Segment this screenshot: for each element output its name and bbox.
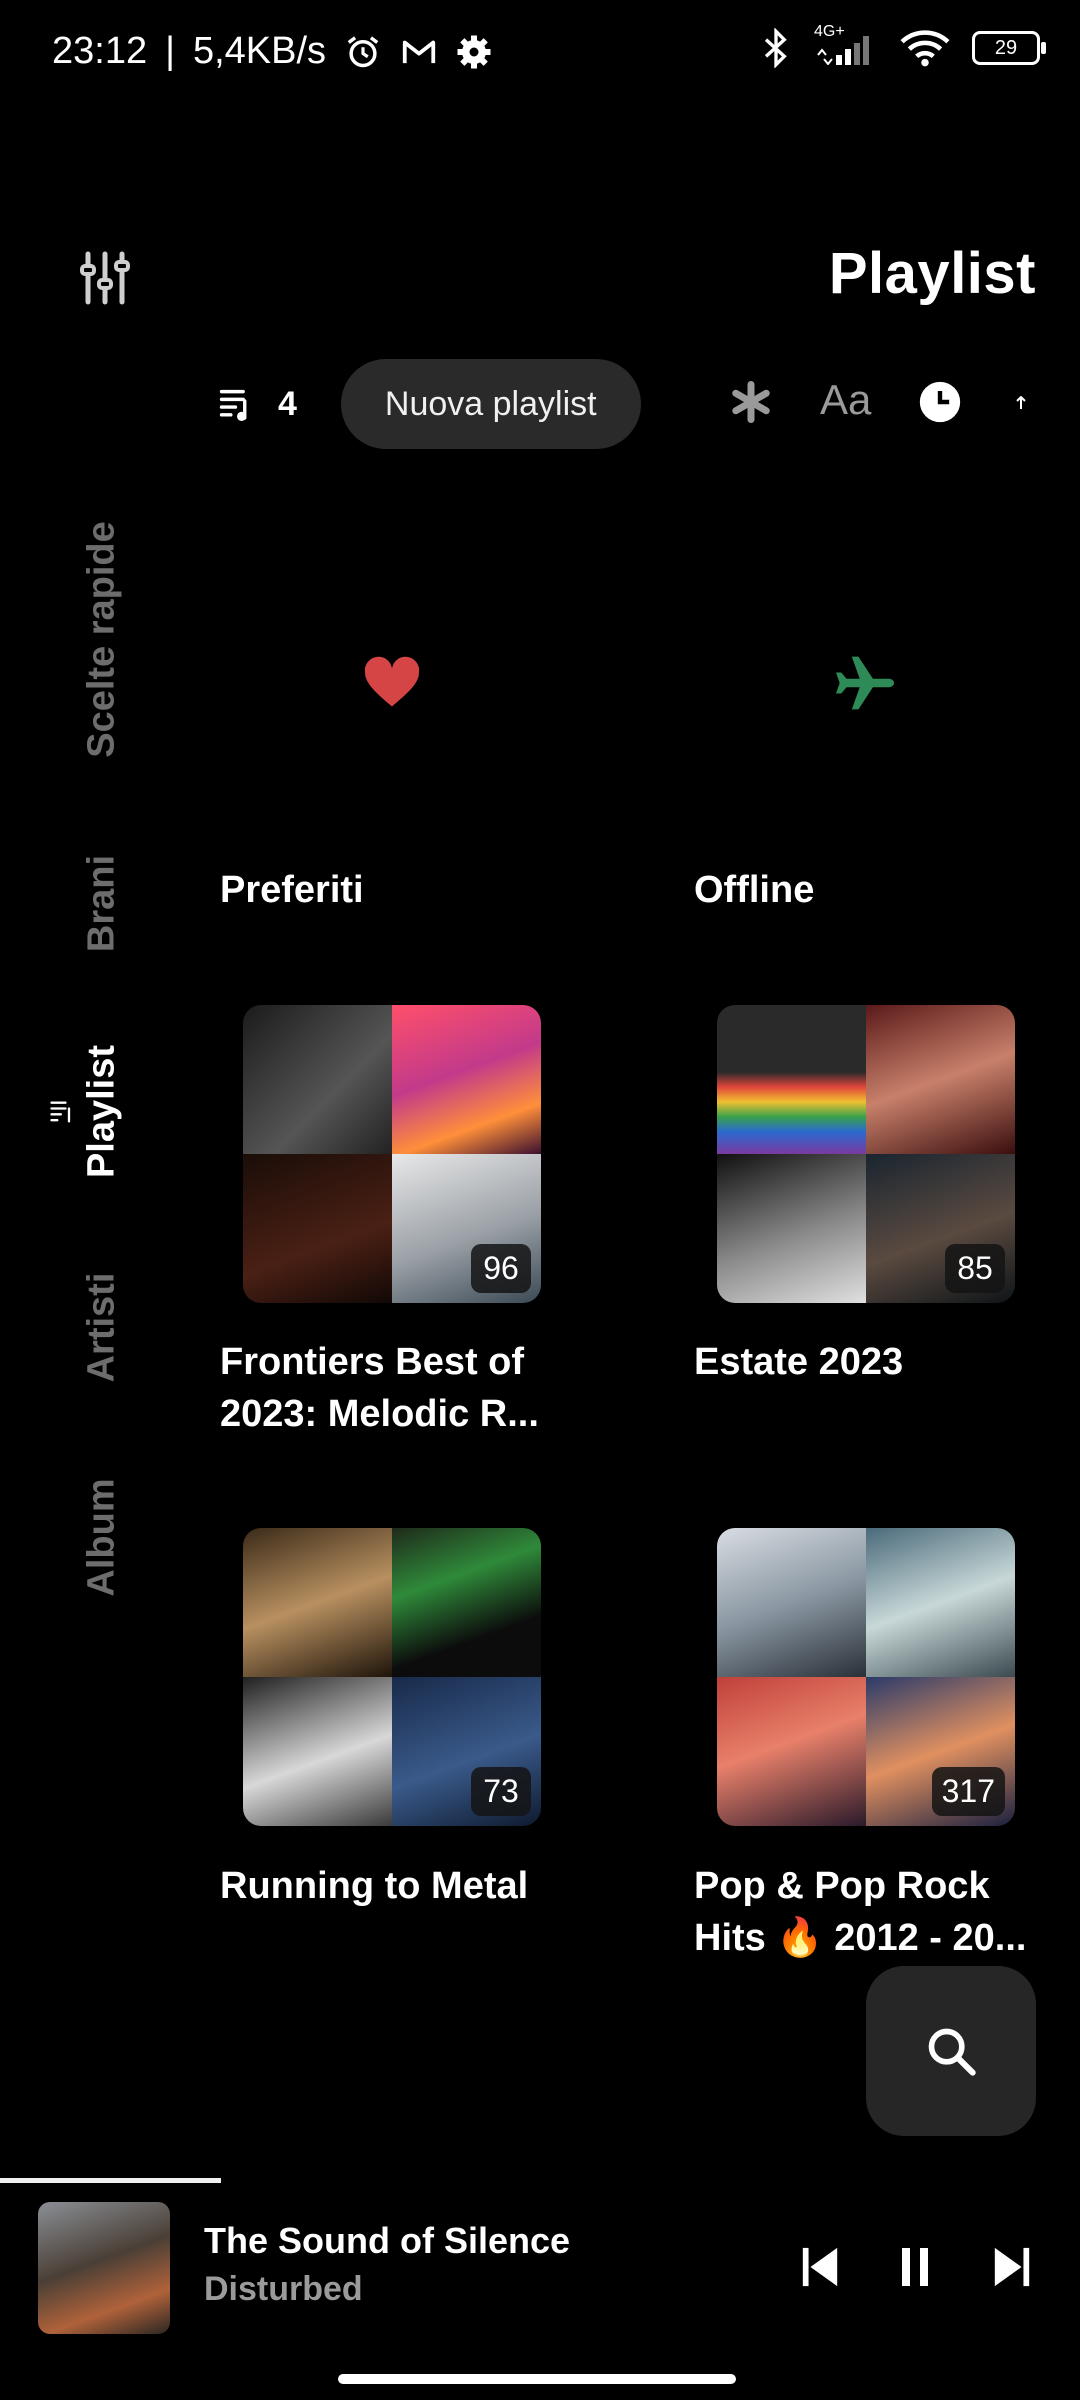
- clock-icon[interactable]: [918, 380, 962, 424]
- track-count-badge: 85: [945, 1244, 1005, 1293]
- tab-album[interactable]: Album: [81, 1428, 124, 1648]
- playlist-title: Pop & Pop Rock Hits 🔥 2012 - 20...: [694, 1860, 1054, 1964]
- playlist-title-line2: Hits 🔥 2012 - 20...: [694, 1917, 1027, 1959]
- page-title: Playlist: [828, 241, 1036, 306]
- playlist-title-line2: 2023: Melodic R...: [220, 1393, 539, 1435]
- cellular-signal-icon: 4G+: [814, 23, 878, 65]
- playlist-title: Estate 2023: [694, 1336, 1054, 1388]
- wifi-icon: [900, 30, 950, 67]
- playlist-title-line1: Running to Metal: [220, 1865, 529, 1907]
- status-time: 23:12: [52, 30, 148, 72]
- bluetooth-icon: [764, 28, 787, 68]
- offline-label: Offline: [694, 869, 815, 911]
- playlist-list-icon: [219, 389, 247, 421]
- settings-icon: [457, 35, 491, 68]
- search-icon: [928, 2028, 976, 2076]
- playlist-cover-mosaic: 317: [717, 1528, 1015, 1826]
- playlist-title-line1: Pop & Pop Rock: [694, 1865, 990, 1907]
- playback-progress-fill: [0, 2178, 222, 2183]
- playlist-title: Running to Metal: [220, 1860, 580, 1912]
- battery-icon: 29: [972, 31, 1046, 65]
- network-type: 4G+: [814, 23, 845, 40]
- new-playlist-button[interactable]: Nuova playlist: [340, 359, 641, 449]
- search-button[interactable]: [866, 1966, 1036, 2136]
- playlist-cover-mosaic: 96: [243, 1005, 541, 1303]
- now-playing-artist[interactable]: Disturbed: [204, 2270, 363, 2309]
- tab-playlist[interactable]: Playlist: [81, 1002, 124, 1222]
- sort-arrow-icon[interactable]: [1015, 396, 1027, 410]
- playlist-title: Frontiers Best of 2023: Melodic R...: [220, 1336, 580, 1440]
- battery-level: 29: [994, 36, 1018, 59]
- status-bar-right: 4G+ 29: [760, 23, 1046, 68]
- playlist-title-line1: Frontiers Best of: [220, 1341, 525, 1383]
- playlist-cover-mosaic: 85: [717, 1005, 1015, 1303]
- playlist-toolbar: 4 Nuova playlist: [218, 358, 641, 450]
- active-tab-indicator-icon: [50, 1101, 71, 1123]
- tab-scelte-rapide[interactable]: Scelte rapide: [81, 500, 124, 780]
- tab-brani[interactable]: Brani: [81, 794, 124, 1014]
- track-count-badge: 96: [471, 1244, 531, 1293]
- network-speed: 5,4KB/s: [192, 30, 327, 72]
- gesture-home-bar[interactable]: [338, 2374, 736, 2384]
- now-playing-title[interactable]: The Sound of Silence: [204, 2220, 570, 2262]
- now-playing-cover[interactable]: [38, 2202, 170, 2334]
- track-count-badge: 73: [471, 1767, 531, 1816]
- pause-icon[interactable]: [900, 2248, 930, 2286]
- airplane-icon: [836, 656, 894, 710]
- track-count-badge: 317: [931, 1767, 1005, 1816]
- playlist-count-value: 4: [278, 384, 297, 423]
- next-track-icon[interactable]: [992, 2246, 1032, 2288]
- favorites-label: Preferiti: [220, 869, 364, 911]
- playlist-count: 4: [218, 385, 297, 424]
- heart-icon: [364, 656, 420, 707]
- alarm-icon: [347, 35, 379, 67]
- gmail-icon: [402, 40, 436, 63]
- tab-artisti[interactable]: Artisti: [81, 1218, 124, 1438]
- status-bar-left: 23:12 | 5,4KB/s: [52, 30, 492, 73]
- playlist-cover-mosaic: 73: [243, 1528, 541, 1826]
- playlist-title-line1: Estate 2023: [694, 1341, 904, 1383]
- font-size-button[interactable]: Aa: [820, 376, 871, 424]
- equalizer-icon[interactable]: [80, 250, 130, 306]
- previous-track-icon[interactable]: [800, 2246, 840, 2288]
- status-separator: |: [165, 30, 175, 72]
- asterisk-icon[interactable]: [730, 381, 772, 423]
